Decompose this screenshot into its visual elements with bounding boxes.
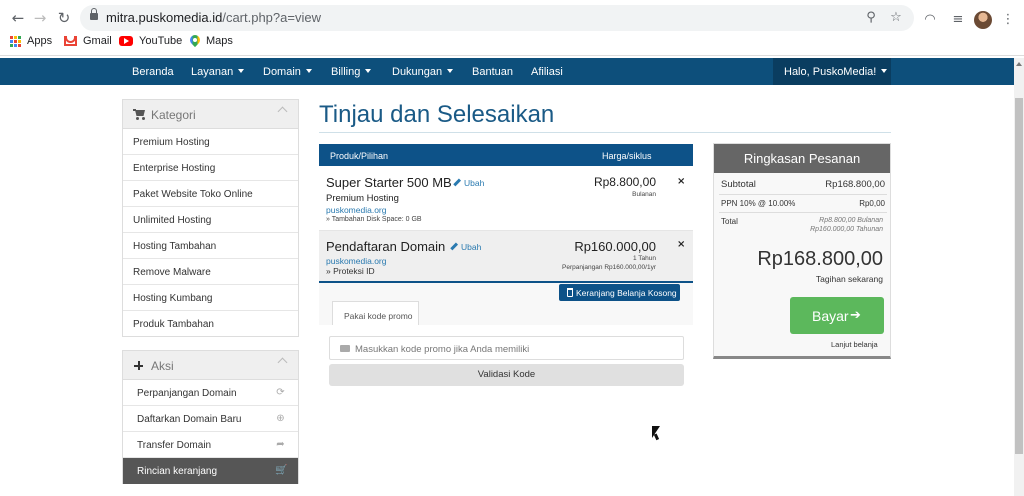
subtotal-row: Subtotal Rp168.800,00 [721,179,885,190]
sidebar-item-hosting-kumbang[interactable]: Hosting Kumbang [123,285,298,311]
nav-beranda[interactable]: Beranda [132,66,174,78]
cart-icon [133,109,146,120]
arrow-right-icon[interactable]: → [30,8,50,28]
remove-item-icon[interactable]: × [677,239,685,250]
maps-icon [190,35,200,47]
chevron-up-icon[interactable] [277,106,288,117]
sidebar-item-transfer-domain[interactable]: Transfer Domain ➦ [123,432,298,458]
nav-billing[interactable]: Billing [331,66,372,78]
tax-row: PPN 10% @ 10.00% Rp0,00 [721,199,885,208]
mouse-cursor-icon [652,426,662,441]
lock-icon [90,8,98,21]
validate-code-button[interactable]: Validasi Kode [329,364,684,386]
extension-icon[interactable]: ◠ [920,10,940,30]
bookmark-gmail[interactable]: Gmail [64,35,112,47]
ticket-icon [340,345,350,352]
pencil-icon [450,242,458,251]
nav-dukungan[interactable]: Dukungan [392,66,454,78]
share-icon: ➦ [276,439,285,450]
due-today-label: Tagihan sekarang [815,274,883,284]
summary-divider [719,194,887,195]
caret-down-icon [365,69,372,73]
apps-grid-icon [10,35,21,47]
arrow-right-icon: ➔ [850,308,861,323]
sidebar-item-produk-tambahan[interactable]: Produk Tambahan [123,311,298,337]
sidebar-item-daftarkan-domain[interactable]: Daftarkan Domain Baru ⊕ [123,406,298,432]
caret-down-icon [305,69,312,73]
edit-link[interactable]: Ubah [453,178,484,188]
summary-title: Ringkasan Pesanan [714,144,890,173]
sidebar-item-paket-website[interactable]: Paket Website Toko Online [123,181,298,207]
sidebar-item-hosting-tambahan[interactable]: Hosting Tambahan [123,233,298,259]
bookmark-youtube[interactable]: YouTube [119,35,182,47]
caret-down-icon [447,69,454,73]
caret-down-icon [238,69,245,73]
sidebar-item-perpanjangan-domain[interactable]: Perpanjangan Domain ⟳ [123,380,298,406]
zoom-icon[interactable]: ⚲ [861,8,881,28]
order-summary: Ringkasan Pesanan Subtotal Rp168.800,00 P… [713,143,891,359]
cart-item: Super Starter 500 MB Ubah Premium Hostin… [319,166,693,230]
url-text[interactable]: mitra.puskomedia.id/cart.php?a=view [106,10,321,25]
aksi-header[interactable]: Aksi [123,351,298,380]
bookmarks-bar: Apps Gmail YouTube Maps [0,32,1024,54]
plus-icon [134,361,143,370]
sidebar-item-unlimited-hosting[interactable]: Unlimited Hosting [123,207,298,233]
tab-promo-code[interactable]: Pakai kode promo [332,301,419,326]
empty-cart-button[interactable]: Keranjang Belanja Kosong [559,284,680,301]
page-title: Tinjau dan Selesaikan [319,101,555,128]
continue-shopping-link[interactable]: Lanjut belanja [831,340,878,349]
title-divider [319,132,891,133]
pencil-icon [453,178,461,187]
bookmark-maps[interactable]: Maps [190,35,233,47]
summary-divider [719,212,887,213]
reload-icon[interactable]: ↻ [54,8,74,28]
cart-item: Pendaftaran Domain Ubah puskomedia.org »… [319,231,693,283]
scrollbar-thumb[interactable] [1015,98,1023,454]
gmail-icon [64,36,77,46]
arrow-left-icon[interactable]: ← [8,8,28,28]
sidebar-kategori: Kategori Premium Hosting Enterprise Host… [122,99,299,337]
edit-link[interactable]: Ubah [450,242,481,252]
remove-item-icon[interactable]: × [677,176,685,187]
site-navbar: Beranda Layanan Domain Billing Dukungan … [0,58,1014,85]
due-today-amount: Rp168.800,00 [757,248,883,270]
item-domain-link[interactable]: puskomedia.org [326,256,386,266]
address-bar[interactable]: mitra.puskomedia.id/cart.php?a=view ⚲ ☆ [80,5,914,31]
globe-icon: ⊕ [276,413,285,424]
cart-icon: 🛒 [275,465,288,476]
promo-code-input[interactable]: Masukkan kode promo jika Anda memiliki [329,336,684,360]
scroll-up-icon[interactable] [1016,62,1022,66]
cart-table: Produk/Pilihan Harga/siklus Super Starte… [319,144,693,396]
account-menu[interactable]: Halo, PuskoMedia! [773,58,891,85]
sidebar-item-remove-malware[interactable]: Remove Malware [123,259,298,285]
refresh-icon: ⟳ [276,387,285,398]
nav-domain[interactable]: Domain [263,66,312,78]
item-domain-link[interactable]: puskomedia.org [326,205,386,215]
sidebar-item-premium-hosting[interactable]: Premium Hosting [123,129,298,155]
cart-table-header: Produk/Pilihan Harga/siklus [319,144,693,166]
browser-chrome: ← → ↻ mitra.puskomedia.id/cart.php?a=vie… [0,0,1024,56]
address-row: ← → ↻ mitra.puskomedia.id/cart.php?a=vie… [0,4,1024,32]
nav-bantuan[interactable]: Bantuan [472,66,513,78]
sidebar-item-enterprise-hosting[interactable]: Enterprise Hosting [123,155,298,181]
sidebar-aksi: Aksi Perpanjangan Domain ⟳ Daftarkan Doma… [122,350,299,484]
reading-list-icon[interactable]: ≡ [948,10,968,30]
kategori-header[interactable]: Kategori [123,100,298,129]
page-scrollbar[interactable] [1014,58,1024,496]
nav-afiliasi[interactable]: Afiliasi [531,66,563,78]
chevron-up-icon[interactable] [277,357,288,368]
caret-down-icon [881,69,888,73]
profile-avatar[interactable] [974,11,992,29]
menu-dots-icon[interactable]: ⋮ [998,10,1018,30]
checkout-button[interactable]: Bayar ➔ [790,297,884,334]
promo-panel: Masukkan kode promo jika Anda memiliki V… [319,325,693,396]
youtube-icon [119,36,133,46]
bookmark-apps[interactable]: Apps [10,35,52,47]
trash-icon [567,288,573,297]
nav-layanan[interactable]: Layanan [191,66,245,78]
sidebar-item-rincian-keranjang[interactable]: Rincian keranjang 🛒 [123,458,298,484]
star-icon[interactable]: ☆ [886,8,906,28]
